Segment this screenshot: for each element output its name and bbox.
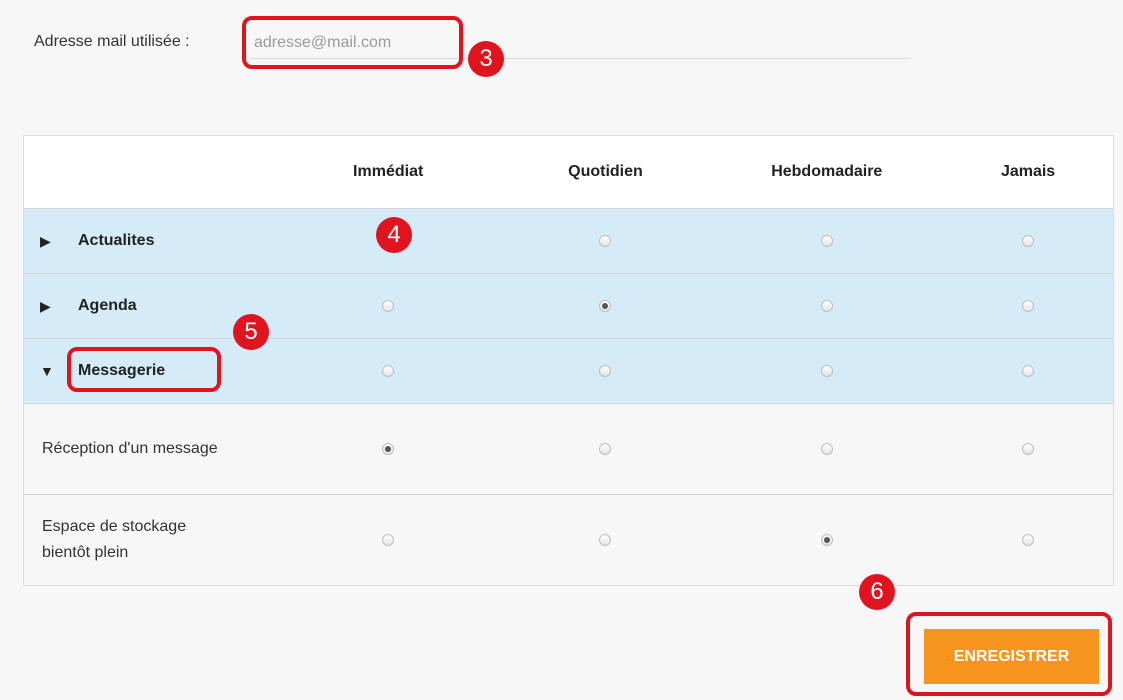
column-header-immediat: Immédiat: [353, 163, 424, 180]
category-row-agenda: ▶ Agenda: [24, 273, 1113, 338]
radio-reception-jamais[interactable]: [1022, 443, 1035, 455]
radio-agenda-immediat[interactable]: [382, 300, 395, 312]
radio-stockage-immediat[interactable]: [382, 534, 395, 546]
item-row-reception-message: Réception d'un message: [24, 403, 1113, 494]
annotation-outline-messagerie: [67, 347, 221, 392]
radio-agenda-quotidien[interactable]: [599, 300, 612, 312]
radio-agenda-hebdomadaire[interactable]: [820, 300, 833, 312]
annotation-badge-6: 6: [859, 574, 895, 610]
radio-stockage-quotidien[interactable]: [599, 534, 612, 546]
annotation-badge-4: 4: [376, 217, 412, 253]
annotation-badge-5: 5: [233, 314, 269, 350]
radio-reception-quotidien[interactable]: [599, 443, 612, 455]
column-header-hebdomadaire: Hebdomadaire: [771, 163, 883, 180]
radio-messagerie-jamais[interactable]: [1022, 365, 1035, 377]
radio-actualites-hebdomadaire[interactable]: [820, 235, 833, 247]
category-toggle-actualites[interactable]: ▶ Actualites: [24, 232, 276, 250]
annotation-outline-email: [242, 16, 463, 69]
annotation-badge-3: 3: [468, 41, 504, 77]
radio-reception-immediat[interactable]: [382, 443, 395, 455]
radio-stockage-hebdomadaire[interactable]: [820, 534, 833, 546]
annotation-outline-save: [906, 612, 1112, 696]
category-label: Actualites: [78, 232, 155, 249]
radio-stockage-jamais[interactable]: [1022, 534, 1035, 546]
category-row-actualites: ▶ Actualites: [24, 208, 1113, 273]
radio-messagerie-immediat[interactable]: [382, 365, 395, 377]
column-header-quotidien: Quotidien: [568, 163, 643, 180]
category-label: Agenda: [78, 297, 137, 314]
email-label: Adresse mail utilisée :: [34, 33, 190, 50]
item-label: Réception d'un message: [42, 440, 218, 457]
radio-messagerie-hebdomadaire[interactable]: [820, 365, 833, 377]
table-header-row: Immédiat Quotidien Hebdomadaire Jamais: [24, 136, 1113, 208]
radio-messagerie-quotidien[interactable]: [599, 365, 612, 377]
column-header-jamais: Jamais: [1000, 163, 1056, 180]
item-row-espace-stockage: Espace de stockage bientôt plein: [24, 494, 1113, 585]
triangle-right-icon: ▶: [40, 232, 51, 249]
category-toggle-agenda[interactable]: ▶ Agenda: [24, 297, 276, 315]
radio-actualites-jamais[interactable]: [1022, 235, 1035, 247]
radio-reception-hebdomadaire[interactable]: [820, 443, 833, 455]
triangle-right-icon: ▶: [40, 297, 51, 314]
radio-actualites-quotidien[interactable]: [599, 235, 612, 247]
item-label: Espace de stockage bientôt plein: [42, 518, 187, 561]
radio-agenda-jamais[interactable]: [1022, 300, 1035, 312]
